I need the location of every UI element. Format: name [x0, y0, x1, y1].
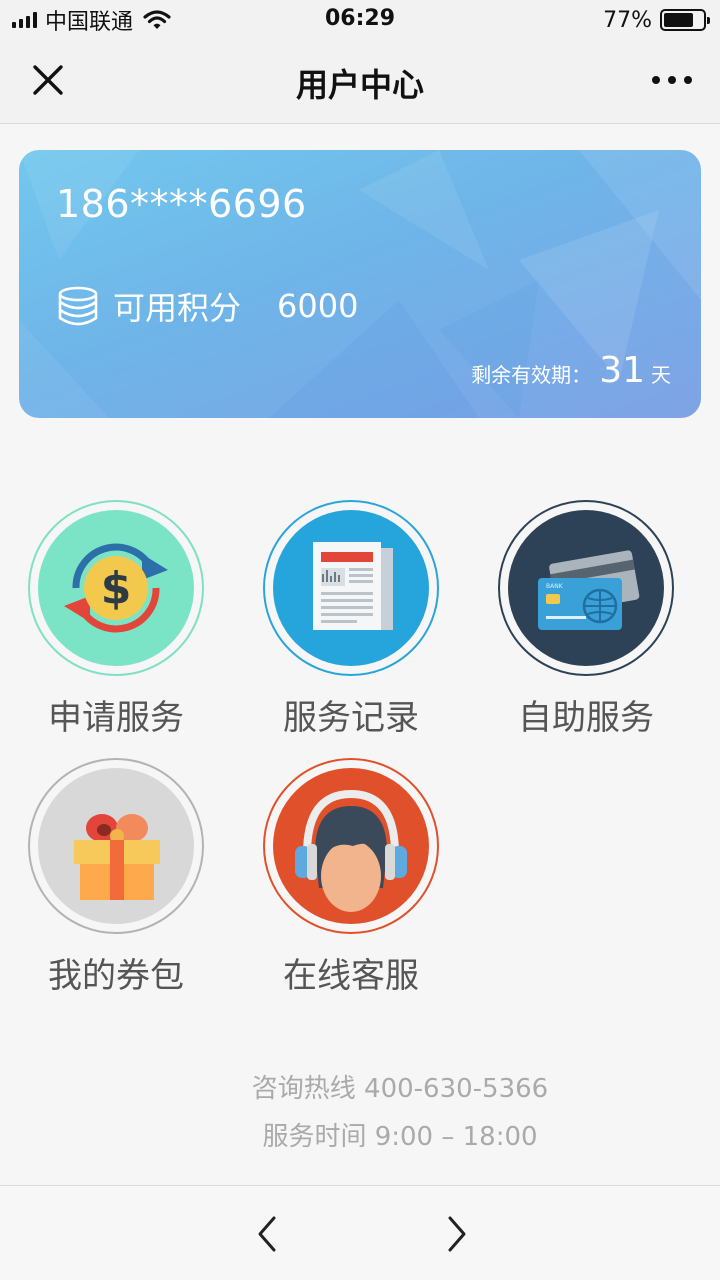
service-ring	[263, 758, 439, 934]
service-hours-text: 服务时间 9:00 – 18:00	[262, 1122, 538, 1152]
service-records[interactable]: 服务记录	[235, 500, 475, 740]
service-online-support[interactable]: 在线客服	[235, 758, 475, 998]
newspaper-icon	[273, 510, 429, 666]
validity-row: 剩余有效期： 31 天	[471, 350, 671, 391]
dollar-exchange-icon: $	[38, 510, 194, 666]
service-label: 我的券包	[48, 956, 184, 996]
svg-text:BANK: BANK	[546, 583, 564, 590]
battery-icon	[660, 9, 710, 31]
page-title: 用户中心	[295, 66, 424, 104]
validity-label: 剩余有效期：	[471, 363, 592, 387]
service-apply[interactable]: $ 申请服务	[0, 500, 240, 740]
status-right: 77%	[603, 6, 710, 34]
service-label: 自助服务	[518, 698, 654, 738]
service-ring	[263, 500, 439, 676]
card-phone-number: 186****6696	[56, 182, 307, 226]
validity-unit: 天	[651, 363, 671, 387]
member-card[interactable]: 186****6696 可用积分 6000 剩余有效期： 31 天	[19, 150, 701, 418]
customer-service-icon	[273, 768, 429, 924]
points-row: 可用积分 6000	[57, 284, 358, 328]
nav-bar: 用户中心	[0, 40, 720, 124]
service-label: 申请服务	[48, 698, 184, 738]
coins-icon	[58, 286, 98, 326]
svg-text:$: $	[101, 563, 132, 614]
service-label: 服务记录	[283, 698, 419, 738]
battery-level	[664, 13, 694, 27]
service-label: 在线客服	[283, 956, 419, 996]
service-coupons[interactable]: 我的券包	[0, 758, 240, 998]
service-ring	[28, 758, 204, 934]
gift-icon	[38, 768, 194, 924]
battery-percent: 77%	[603, 7, 652, 33]
points-value: 6000	[277, 287, 359, 325]
more-icon[interactable]	[652, 68, 692, 92]
bank-card-icon: BANK	[508, 510, 664, 666]
status-bar: 中国联通 06:29 77%	[0, 0, 720, 40]
hotline-text: 咨询热线 400-630-5366	[251, 1074, 549, 1104]
validity-value: 31	[599, 350, 645, 391]
service-self-help[interactable]: BANK 自助服务	[470, 500, 710, 740]
bottom-nav-bar	[0, 1185, 720, 1280]
chevron-right-icon[interactable]	[436, 1214, 476, 1254]
service-ring: $	[28, 500, 204, 676]
service-ring: BANK	[498, 500, 674, 676]
chevron-left-icon[interactable]	[248, 1214, 288, 1254]
points-label: 可用积分	[113, 289, 242, 327]
